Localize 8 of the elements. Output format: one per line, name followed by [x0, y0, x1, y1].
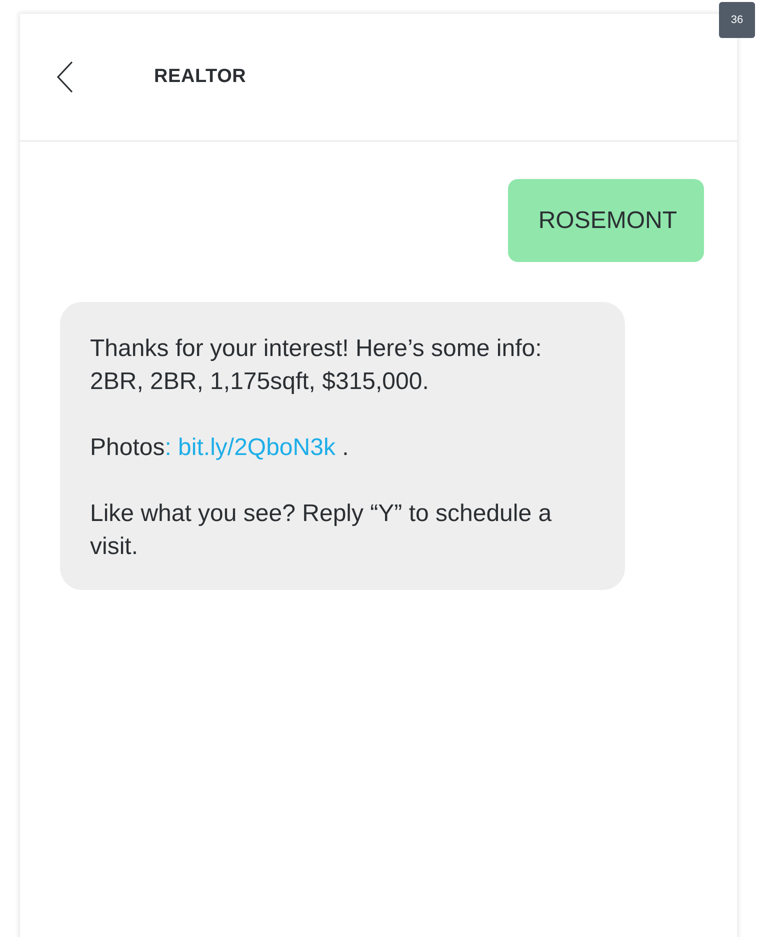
photos-link[interactable]: : bit.ly/2QboN3k [164, 434, 336, 461]
message-text: Photos: bit.ly/2QboN3k . [90, 433, 350, 463]
message-text: Like what you see? Reply “Y” to schedule a visit. [90, 499, 553, 562]
back-icon [56, 60, 74, 94]
page-number: 36 [719, 2, 755, 38]
message-text: ROSEMONT [538, 206, 677, 236]
contact-name: REALTOR [154, 66, 246, 88]
message-text: Thanks for your interest! Here’s some info: 2BR, 2BR, 1,175sqft, $315,000. [90, 334, 543, 397]
